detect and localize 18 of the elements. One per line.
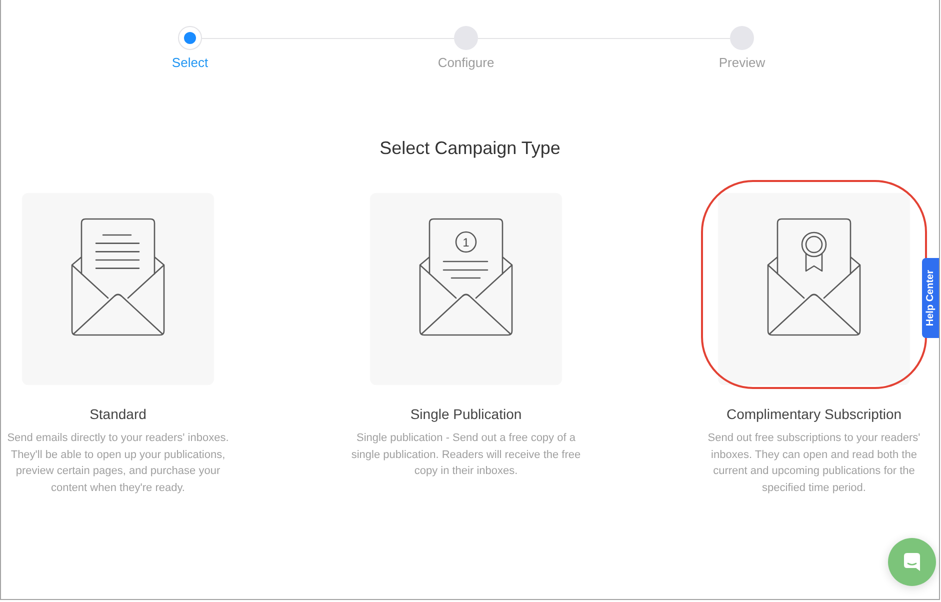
card-title: Single Publication (410, 405, 522, 424)
step-label: Preview (718, 55, 766, 71)
chat-bubble-icon (904, 553, 920, 571)
card-description: Send emails directly to your readers' inboxes. They'll be able to open up your publications, preview certain pages, and purchase your content when they're ready. (6, 431, 230, 496)
help-center-tab[interactable]: Help Center (922, 258, 939, 338)
page-heading: Select Campaign Type (380, 137, 560, 160)
campaign-card[interactable]: 1 (370, 193, 562, 385)
step-label: Configure (438, 55, 494, 71)
card-title: Standard (90, 405, 146, 424)
envelope-medal-icon (767, 218, 861, 336)
card-description: Send out free subscriptions to your readers' inboxes. They can open and read both the current and upcoming publications for the specified time period. (706, 431, 922, 496)
card-title: Complimentary Subscription (726, 405, 902, 424)
card-description: Single publication - Send out a free copy of a single publication. Readers will receive the free copy in their inboxes. (350, 431, 582, 479)
step-label: Select (172, 55, 208, 71)
campaign-card[interactable] (22, 193, 214, 385)
envelope-letter-icon (71, 218, 165, 336)
number-label: 1 (462, 235, 470, 250)
campaign-card[interactable] (718, 193, 910, 385)
